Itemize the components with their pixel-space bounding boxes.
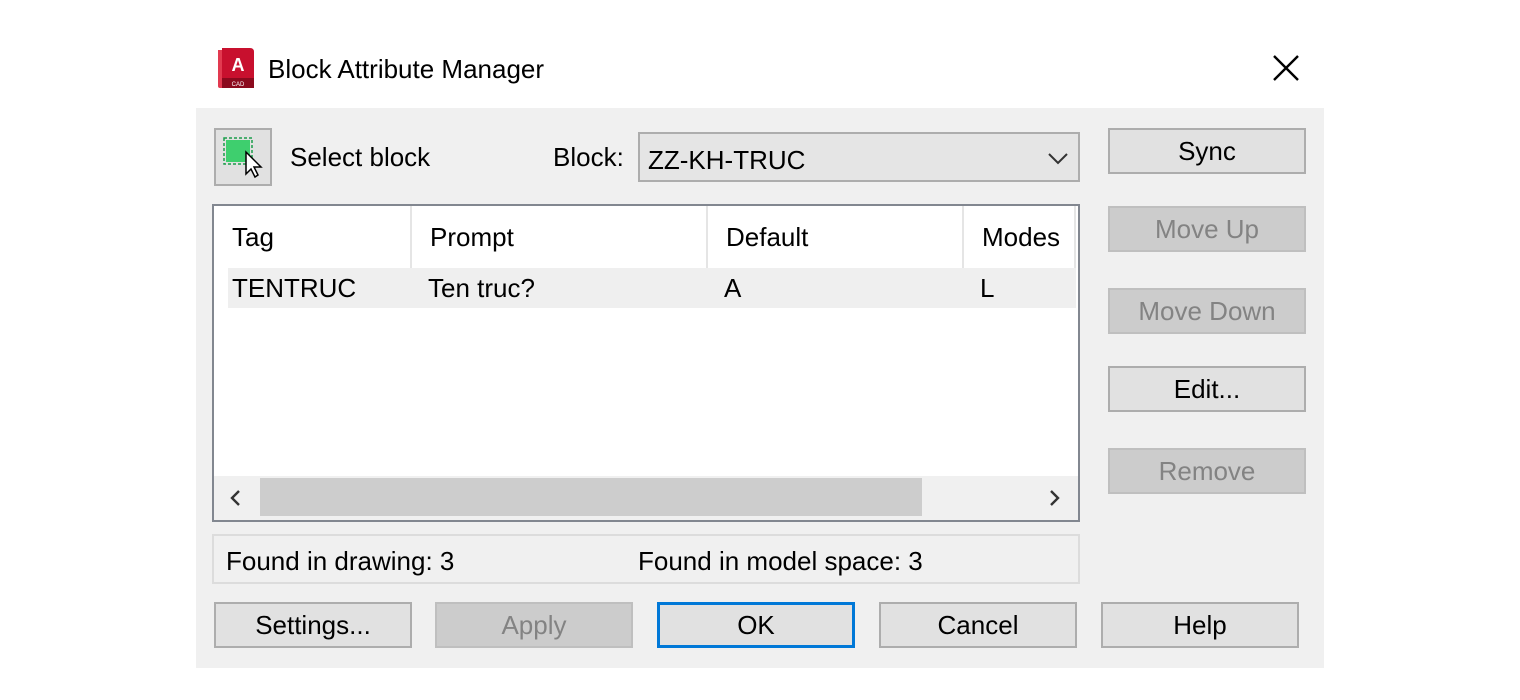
remove-button[interactable]: Remove <box>1108 448 1306 494</box>
column-divider <box>1074 206 1076 268</box>
attribute-list[interactable]: Tag Prompt Default Modes TENTRUC Ten tru… <box>212 204 1080 522</box>
status-bar: Found in drawing: 3 Found in model space… <box>212 534 1080 584</box>
column-header-prompt[interactable]: Prompt <box>412 206 706 268</box>
select-block-button[interactable] <box>214 128 272 186</box>
svg-text:CAD: CAD <box>232 82 245 88</box>
block-dropdown[interactable]: ZZ-KH-TRUC <box>638 132 1080 182</box>
apply-button[interactable]: Apply <box>435 602 633 648</box>
cancel-button[interactable]: Cancel <box>879 602 1077 648</box>
cell-modes: L <box>980 272 995 303</box>
move-down-button[interactable]: Move Down <box>1108 288 1306 334</box>
cell-tag: TENTRUC <box>232 272 357 303</box>
title-bar: A CAD Block Attribute Manager <box>196 30 1324 108</box>
autocad-icon: A CAD <box>218 48 254 88</box>
svg-text:A: A <box>232 55 245 75</box>
block-label: Block: <box>553 142 624 172</box>
cell-prompt: Ten truc? <box>428 272 535 303</box>
block-dropdown-value: ZZ-KH-TRUC <box>648 145 806 175</box>
help-button[interactable]: Help <box>1101 602 1299 648</box>
move-up-button[interactable]: Move Up <box>1108 206 1306 252</box>
window-title: Block Attribute Manager <box>268 54 545 84</box>
settings-button[interactable]: Settings... <box>214 602 412 648</box>
found-in-model-space: Found in model space: 3 <box>638 546 923 576</box>
chevron-down-icon <box>1048 153 1068 165</box>
column-header-default[interactable]: Default <box>708 206 962 268</box>
sync-button[interactable]: Sync <box>1108 128 1306 174</box>
found-in-drawing: Found in drawing: 3 <box>226 546 455 576</box>
scroll-right-icon[interactable] <box>1042 486 1066 510</box>
column-header-tag[interactable]: Tag <box>214 206 410 268</box>
cell-default: A <box>724 272 742 303</box>
dialog-body: Select block Block: ZZ-KH-TRUC Tag Promp… <box>196 108 1324 668</box>
scroll-left-icon[interactable] <box>224 486 248 510</box>
close-icon[interactable] <box>1268 50 1304 86</box>
scrollbar-thumb[interactable] <box>260 478 922 516</box>
column-header-modes[interactable]: Modes <box>964 206 1074 268</box>
select-objects-icon <box>223 137 263 179</box>
edit-button[interactable]: Edit... <box>1108 366 1306 412</box>
table-row[interactable]: TENTRUC Ten truc? A L <box>228 268 1076 308</box>
select-block-label: Select block <box>290 142 431 172</box>
ok-button[interactable]: OK <box>657 602 855 648</box>
horizontal-scrollbar[interactable] <box>214 476 1078 520</box>
